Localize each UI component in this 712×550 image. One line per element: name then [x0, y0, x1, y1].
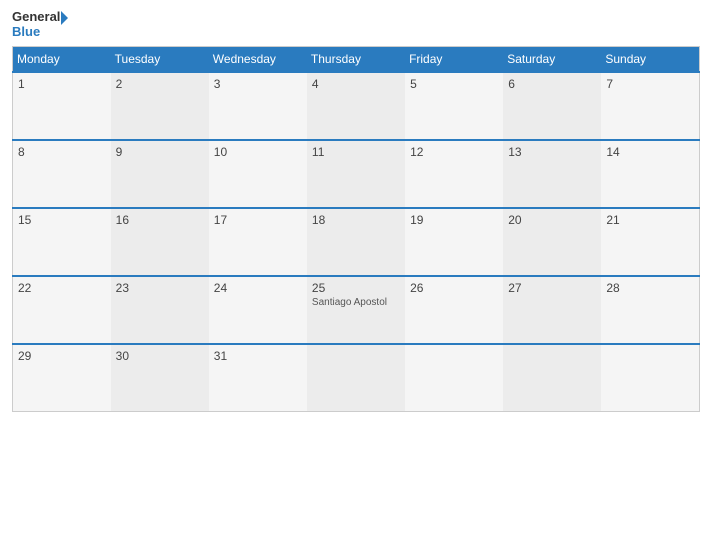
calendar-cell: 8	[13, 140, 111, 208]
calendar-cell: 12	[405, 140, 503, 208]
calendar-cell: 14	[601, 140, 699, 208]
calendar-cell: 18	[307, 208, 405, 276]
day-number: 31	[214, 349, 302, 363]
day-number: 29	[18, 349, 106, 363]
calendar-cell: 2	[111, 72, 209, 140]
day-number: 8	[18, 145, 106, 159]
calendar-week-row: 29 30 31	[13, 344, 700, 412]
day-number: 21	[606, 213, 694, 227]
calendar-week-row: 22 23 24 25 Santiago Apostol 26 27 28	[13, 276, 700, 344]
weekday-header-monday: Monday	[13, 46, 111, 72]
calendar-cell: 3	[209, 72, 307, 140]
calendar-cell: 26	[405, 276, 503, 344]
calendar-cell: 6	[503, 72, 601, 140]
calendar-cell: 13	[503, 140, 601, 208]
weekday-header-saturday: Saturday	[503, 46, 601, 72]
day-number: 16	[116, 213, 204, 227]
day-number: 12	[410, 145, 498, 159]
day-number: 2	[116, 77, 204, 91]
day-number: 28	[606, 281, 694, 295]
calendar-cell: 5	[405, 72, 503, 140]
calendar-cell: 27	[503, 276, 601, 344]
day-number: 20	[508, 213, 596, 227]
holiday-label: Santiago Apostol	[312, 297, 400, 308]
day-number: 27	[508, 281, 596, 295]
calendar-cell	[405, 344, 503, 412]
calendar-week-row: 89 10 11 12 13 14	[13, 140, 700, 208]
day-number: 26	[410, 281, 498, 295]
calendar-cell: 30	[111, 344, 209, 412]
day-number: 13	[508, 145, 596, 159]
calendar-week-row: 1234567	[13, 72, 700, 140]
calendar-cell: 4	[307, 72, 405, 140]
day-number: 9	[116, 145, 204, 159]
weekday-header-friday: Friday	[405, 46, 503, 72]
calendar-cell	[307, 344, 405, 412]
day-number: 25	[312, 281, 400, 295]
day-number: 10	[214, 145, 302, 159]
calendar-cell: 20	[503, 208, 601, 276]
day-number: 15	[18, 213, 106, 227]
logo-triangle-icon	[61, 11, 68, 25]
calendar-week-row: 15 16 17 18 19 20 21	[13, 208, 700, 276]
day-number: 30	[116, 349, 204, 363]
day-number: 24	[214, 281, 302, 295]
day-number: 11	[312, 145, 400, 159]
calendar-header-row: MondayTuesdayWednesdayThursdayFridaySatu…	[13, 46, 700, 72]
day-number: 5	[410, 77, 498, 91]
weekday-header-tuesday: Tuesday	[111, 46, 209, 72]
day-number: 6	[508, 77, 596, 91]
calendar-cell: 21	[601, 208, 699, 276]
weekday-header-wednesday: Wednesday	[209, 46, 307, 72]
calendar-cell: 24	[209, 276, 307, 344]
logo: General Blue	[12, 10, 69, 38]
calendar-cell: 28	[601, 276, 699, 344]
calendar-cell: 31	[209, 344, 307, 412]
day-number: 18	[312, 213, 400, 227]
calendar-cell: 9	[111, 140, 209, 208]
calendar-cell: 10	[209, 140, 307, 208]
calendar-cell: 11	[307, 140, 405, 208]
day-number: 7	[606, 77, 694, 91]
day-number: 4	[312, 77, 400, 91]
day-number: 14	[606, 145, 694, 159]
logo-general-text: General	[12, 10, 69, 25]
calendar-cell: 7	[601, 72, 699, 140]
page: General Blue MondayTuesdayWednesdayThurs…	[0, 0, 712, 550]
calendar-cell: 19	[405, 208, 503, 276]
calendar-cell: 22	[13, 276, 111, 344]
calendar-cell: 15	[13, 208, 111, 276]
header: General Blue	[12, 10, 700, 38]
calendar-cell	[601, 344, 699, 412]
weekday-header-thursday: Thursday	[307, 46, 405, 72]
calendar-cell: 1	[13, 72, 111, 140]
weekday-header-sunday: Sunday	[601, 46, 699, 72]
day-number: 23	[116, 281, 204, 295]
calendar-cell: 16	[111, 208, 209, 276]
calendar-cell: 29	[13, 344, 111, 412]
calendar-table: MondayTuesdayWednesdayThursdayFridaySatu…	[12, 46, 700, 413]
logo-blue-text: Blue	[12, 25, 69, 38]
calendar-cell: 25 Santiago Apostol	[307, 276, 405, 344]
day-number: 3	[214, 77, 302, 91]
calendar-cell: 23	[111, 276, 209, 344]
day-number: 1	[18, 77, 106, 91]
day-number: 22	[18, 281, 106, 295]
day-number: 17	[214, 213, 302, 227]
calendar-cell	[503, 344, 601, 412]
calendar-cell: 17	[209, 208, 307, 276]
day-number: 19	[410, 213, 498, 227]
